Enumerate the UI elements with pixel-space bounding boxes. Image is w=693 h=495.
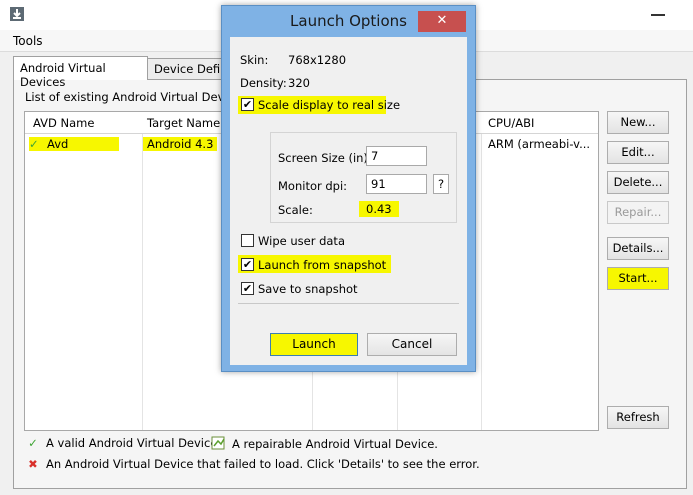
dpi-help-button[interactable]: ? [433,174,449,194]
cell-cpu-abi: ARM (armeabi-v... [488,137,591,151]
save-to-snapshot-label[interactable]: Save to snapshot [258,282,358,296]
screen-size-input[interactable]: 7 [366,146,427,166]
legend-valid-text: A valid Android Virtual Device. [46,436,222,450]
dialog-close-button[interactable]: ✕ [418,11,466,32]
start-button[interactable]: Start... [607,267,669,290]
legend-repairable: A repairable Android Virtual Device. [211,436,438,451]
scale-value: 0.43 [359,201,399,217]
wipe-user-data-label[interactable]: Wipe user data [258,234,345,248]
legend-valid: ✓ A valid Android Virtual Device. [25,436,221,450]
column-divider [481,112,482,430]
minimize-button[interactable] [643,5,673,23]
legend-repairable-text: A repairable Android Virtual Device. [232,437,438,451]
refresh-button[interactable]: Refresh [607,406,669,429]
launch-options-dialog: Launch Options ✕ Skin: 768x1280 Density:… [221,5,476,372]
repair-document-icon [211,436,225,450]
close-icon: ✕ [436,13,448,28]
menu-tools[interactable]: Tools [13,34,43,48]
column-header-avd-name[interactable]: AVD Name [33,116,94,130]
delete-button[interactable]: Delete... [607,171,669,194]
scale-label: Scale: [278,203,313,217]
cell-target-name: Android 4.3 [143,137,218,151]
monitor-dpi-input[interactable]: 91 [366,174,427,194]
save-to-snapshot-checkbox[interactable]: ✔ [241,282,254,295]
dialog-separator [238,303,459,304]
cancel-button[interactable]: Cancel [367,333,457,356]
list-label: List of existing Android Virtual Devices [25,90,247,104]
legend-failed-text: An Android Virtual Device that failed to… [46,457,480,471]
column-divider [142,112,143,430]
red-x-icon: ✖ [28,457,38,471]
minimize-icon [651,14,665,16]
column-header-target-name[interactable]: Target Name [147,116,220,130]
valid-status-icon: ✓ [29,137,119,151]
cell-avd-name: Avd [47,137,69,151]
green-check-icon: ✓ [28,436,38,450]
scale-display-label[interactable]: Scale display to real size [258,98,400,112]
monitor-dpi-label: Monitor dpi: [278,179,348,193]
skin-label: Skin: [240,53,269,67]
app-icon [10,7,24,21]
legend-failed: ✖ An Android Virtual Device that failed t… [25,457,480,471]
launch-button[interactable]: Launch [270,333,358,356]
scale-display-checkbox[interactable]: ✔ [241,98,254,111]
details-button[interactable]: Details... [607,237,669,260]
column-header-cpu-abi[interactable]: CPU/ABI [488,116,534,130]
edit-button[interactable]: Edit... [607,141,669,164]
tab-android-virtual-devices[interactable]: Android Virtual Devices [13,56,148,89]
new-button[interactable]: New... [607,111,669,134]
launch-from-snapshot-checkbox[interactable]: ✔ [241,258,254,271]
dialog-body: Skin: 768x1280 Density: 320 ✔ Scale disp… [230,37,467,365]
repair-button[interactable]: Repair... [607,201,669,224]
skin-value: 768x1280 [288,53,347,67]
density-value: 320 [288,76,310,90]
screen-size-label: Screen Size (in): [278,151,372,165]
density-label: Density: [240,76,287,90]
launch-from-snapshot-label[interactable]: Launch from snapshot [258,258,386,272]
wipe-user-data-checkbox[interactable] [241,234,254,247]
